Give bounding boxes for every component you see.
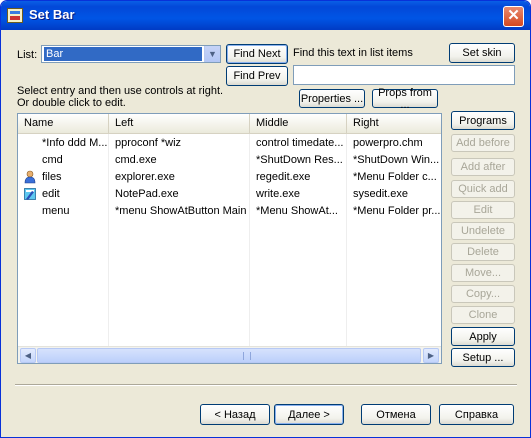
back-button[interactable]: < Назад <box>200 404 270 425</box>
set-bar-window: Set Bar ✕ List: Bar ▼ Find Next Find Pre… <box>0 0 531 438</box>
table-row[interactable]: files explorer.exe regedit.exe *Menu Fol… <box>18 169 441 186</box>
instructions-line-1: Select entry and then use controls at ri… <box>17 85 224 97</box>
find-prev-button[interactable]: Find Prev <box>226 66 288 86</box>
column-header-middle[interactable]: Middle <box>250 114 347 133</box>
cell-name: files <box>42 171 62 183</box>
edit-button[interactable]: Edit <box>451 201 515 219</box>
add-before-button[interactable]: Add before <box>451 134 515 152</box>
column-header-right[interactable]: Right <box>347 114 441 133</box>
listview-header: Name Left Middle Right <box>18 114 441 134</box>
footer-separator <box>15 384 517 386</box>
arrow-left-icon: ◀ <box>24 351 32 360</box>
cell-middle: regedit.exe <box>256 171 311 183</box>
programs-button[interactable]: Programs <box>451 111 515 130</box>
notepad-icon <box>24 188 36 200</box>
window-title: Set Bar <box>29 7 75 22</box>
arrow-right-icon: ▶ <box>427 351 435 360</box>
cell-left: explorer.exe <box>115 171 175 183</box>
cell-right: *ShutDown Win... <box>353 154 440 166</box>
find-text-input[interactable] <box>293 65 515 85</box>
cell-right: powerpro.chm <box>353 137 423 149</box>
cell-right: *Menu Folder c... <box>353 171 437 183</box>
apply-button[interactable]: Apply <box>451 327 515 346</box>
find-next-button[interactable]: Find Next <box>226 44 288 64</box>
scroll-left-button[interactable]: ◀ <box>20 348 36 363</box>
list-combobox[interactable]: Bar ▼ <box>41 45 221 63</box>
find-hint-label: Find this text in list items <box>293 47 413 59</box>
table-row[interactable]: menu *menu ShowAtButton Main *Menu ShowA… <box>18 203 441 220</box>
table-row[interactable]: edit NotePad.exe write.exe sysedit.exe <box>18 186 441 203</box>
cell-name: cmd <box>42 154 63 166</box>
quick-add-button[interactable]: Quick add <box>451 180 515 198</box>
cell-middle: *ShutDown Res... <box>256 154 343 166</box>
app-icon <box>7 8 23 23</box>
cell-left: NotePad.exe <box>115 188 179 200</box>
add-after-button[interactable]: Add after <box>451 158 515 176</box>
cell-left: cmd.exe <box>115 154 157 166</box>
cell-left: *menu ShowAtButton Main <box>115 205 247 217</box>
title-bar[interactable]: Set Bar ✕ <box>1 1 530 30</box>
cell-name: menu <box>42 205 70 217</box>
close-icon: ✕ <box>507 7 520 24</box>
setup-button[interactable]: Setup ... <box>451 348 515 367</box>
cancel-button[interactable]: Отмена <box>361 404 431 425</box>
column-header-left[interactable]: Left <box>109 114 250 133</box>
instructions-line-2: Or double click to edit. <box>17 97 126 109</box>
scroll-right-button[interactable]: ▶ <box>423 348 439 363</box>
undelete-button[interactable]: Undelete <box>451 222 515 240</box>
table-row[interactable]: cmd cmd.exe *ShutDown Res... *ShutDown W… <box>18 152 441 169</box>
props-from-button[interactable]: Props from ... <box>372 87 438 111</box>
horizontal-scrollbar[interactable]: ◀ ▶ <box>18 346 441 363</box>
list-label: List: <box>17 49 38 61</box>
set-skin-button[interactable]: Set skin <box>449 43 515 63</box>
scrollbar-thumb[interactable] <box>37 348 421 363</box>
user-icon <box>24 170 36 184</box>
cell-right: sysedit.exe <box>353 188 409 200</box>
cell-left: pproconf *wiz <box>115 137 182 149</box>
clone-button[interactable]: Clone <box>451 306 515 324</box>
cell-middle: control timedate... <box>256 137 344 149</box>
help-button[interactable]: Справка <box>439 404 514 425</box>
grip-icon <box>243 352 251 360</box>
items-listview[interactable]: Name Left Middle Right *Info ddd M... pp… <box>17 113 442 364</box>
column-header-name[interactable]: Name <box>18 114 109 133</box>
cell-name: edit <box>42 188 60 200</box>
move-button[interactable]: Move... <box>451 264 515 282</box>
cell-middle: *Menu ShowAt... <box>256 205 338 217</box>
table-row[interactable]: *Info ddd M... pproconf *wiz control tim… <box>18 135 441 152</box>
list-selected-value: Bar <box>44 47 202 61</box>
delete-button[interactable]: Delete <box>451 243 515 261</box>
chevron-down-icon[interactable]: ▼ <box>204 46 220 62</box>
close-button[interactable]: ✕ <box>503 6 524 27</box>
next-button[interactable]: Далее > <box>274 404 344 425</box>
cell-right: *Menu Folder pr... <box>353 205 441 217</box>
cell-middle: write.exe <box>256 188 301 200</box>
properties-button[interactable]: Properties ... <box>299 89 365 108</box>
cell-name: *Info ddd M... <box>42 137 108 149</box>
copy-button[interactable]: Copy... <box>451 285 515 303</box>
